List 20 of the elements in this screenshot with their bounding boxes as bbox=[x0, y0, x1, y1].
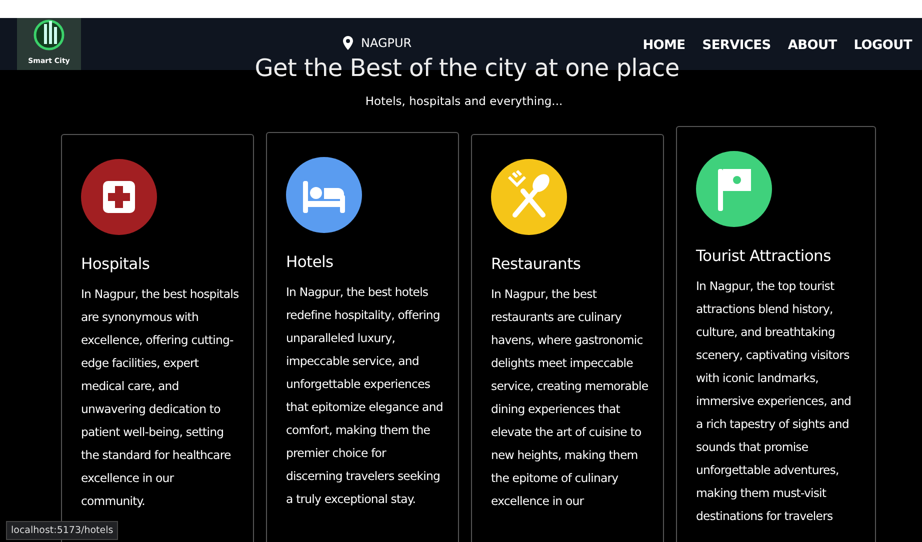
nav-link[interactable]: SERVICES bbox=[702, 38, 771, 53]
card-description: In Nagpur, the top tourist attractions blend history, culture, and breathtaking scenery, captivating visitors with iconic landmarks, immersive experiences, and a rich tapestry of sights and sounds that promise unforgettable adventures, making them must-visit destinations for travelers bbox=[696, 278, 852, 525]
card-description: In Nagpur, the best hospitals are synonymous with excellence, offering cutting-edge facilities, expert medical care, and unwavering dedication to patient well-being, setting the standard for healthcare excellence in our community. bbox=[81, 286, 239, 510]
service-card[interactable] bbox=[471, 134, 664, 542]
card-title: Restaurants bbox=[491, 255, 582, 273]
nav-link[interactable]: LOGOUT bbox=[854, 38, 912, 53]
service-card[interactable] bbox=[676, 126, 876, 542]
location-label: NAGPUR bbox=[361, 36, 412, 50]
card-title: Hospitals bbox=[81, 255, 151, 273]
page-subtitle: Hotels, hospitals and everything... bbox=[364, 94, 564, 108]
nav-link[interactable]: HOME bbox=[642, 38, 686, 53]
map-pin-icon bbox=[343, 36, 353, 50]
service-card[interactable] bbox=[266, 132, 459, 542]
page-title: Get the Best of the city at one place bbox=[254, 54, 680, 82]
nav-link[interactable]: ABOUT bbox=[788, 38, 837, 53]
card-description: In Nagpur, the best hotels redefine hospitality, offering unparalleled luxury, impeccable service, and unforgettable experiences that epitomize elegance and comfort, making them the premier choice for discerning travelers seeking a truly exceptional stay. bbox=[286, 284, 444, 508]
card-title: Hotels bbox=[286, 253, 334, 271]
card-title: Tourist Attractions bbox=[696, 247, 832, 265]
status-url: localhost:5173/hotels bbox=[6, 521, 118, 540]
card-description: In Nagpur, the best restaurants are culinary havens, where gastronomic delights meet impeccable service, creating memorable dining experiences that elevate the art of cuisine to new heights, making them the epitome of culinary excellence in our bbox=[491, 286, 649, 510]
